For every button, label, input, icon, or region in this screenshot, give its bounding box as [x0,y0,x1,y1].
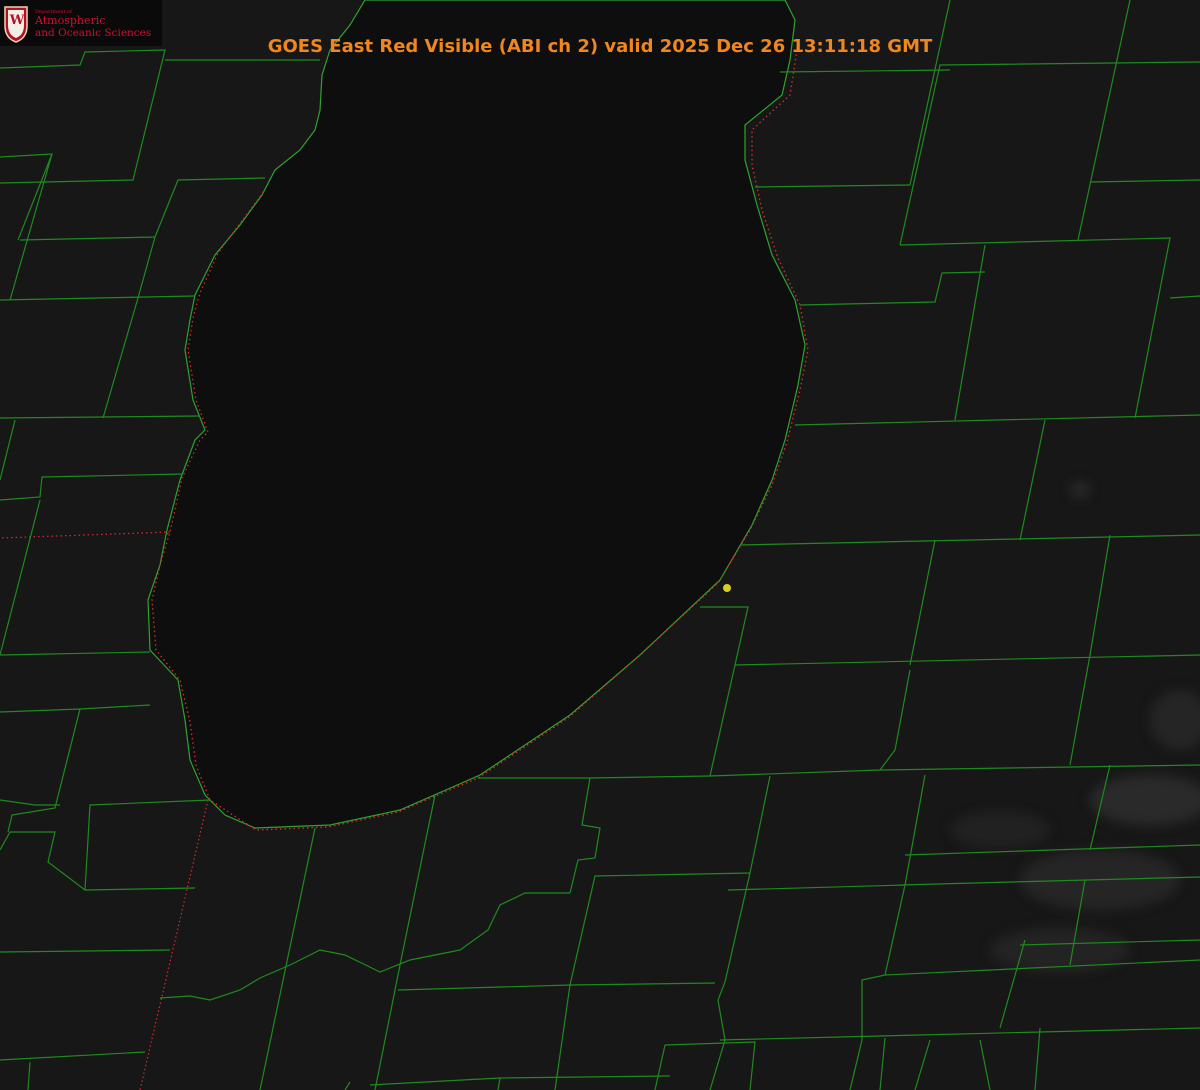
station-marker-icon [723,584,731,592]
image-title: GOES East Red Visible (ABI ch 2) valid 2… [267,36,933,57]
satellite-map: W Department of Atmospheric and Oceanic … [0,0,1200,1090]
map-canvas [0,0,1200,1090]
logo-line1: Atmospheric [35,14,106,27]
logo-letter: W [9,13,25,28]
